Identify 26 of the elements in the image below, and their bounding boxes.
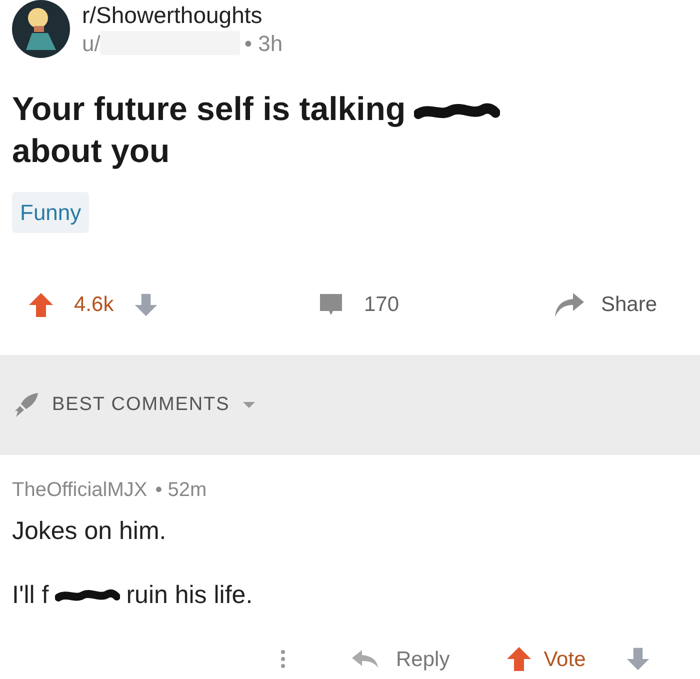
subreddit-name[interactable]: r/Showerthoughts (82, 0, 283, 30)
post-age: • 3h (244, 30, 283, 58)
caret-icon (242, 400, 256, 410)
comment-text: Jokes on him. (12, 516, 166, 547)
subreddit-avatar-icon[interactable] (12, 0, 70, 58)
comment-author[interactable]: TheOfficialMJX (12, 475, 148, 505)
downvote-icon[interactable] (134, 292, 158, 318)
reply-button[interactable]: Reply (350, 644, 450, 675)
comment-text: ruin his life. (126, 580, 253, 610)
vote-button[interactable]: Vote (506, 644, 586, 675)
post-title: about you (12, 131, 170, 171)
author-name[interactable]: u/ (82, 30, 100, 58)
share-arrow-icon (553, 291, 585, 319)
comment-age: • 52m (155, 478, 207, 503)
score-count: 4.6k (74, 292, 114, 318)
upvote-icon[interactable] (28, 291, 54, 319)
more-options-icon[interactable] (280, 648, 286, 670)
upvote-icon[interactable] (506, 645, 532, 674)
share-button[interactable]: Share (553, 289, 658, 321)
comment-count: 170 (364, 292, 400, 318)
post-title: Your future self is talking (12, 89, 406, 129)
reply-arrow-icon (350, 648, 380, 670)
flair-tag[interactable]: Funny (12, 192, 90, 233)
downvote-icon[interactable] (626, 646, 650, 672)
sort-button[interactable]: BEST COMMENTS (12, 390, 256, 420)
comment-text: I'll f (12, 580, 49, 610)
